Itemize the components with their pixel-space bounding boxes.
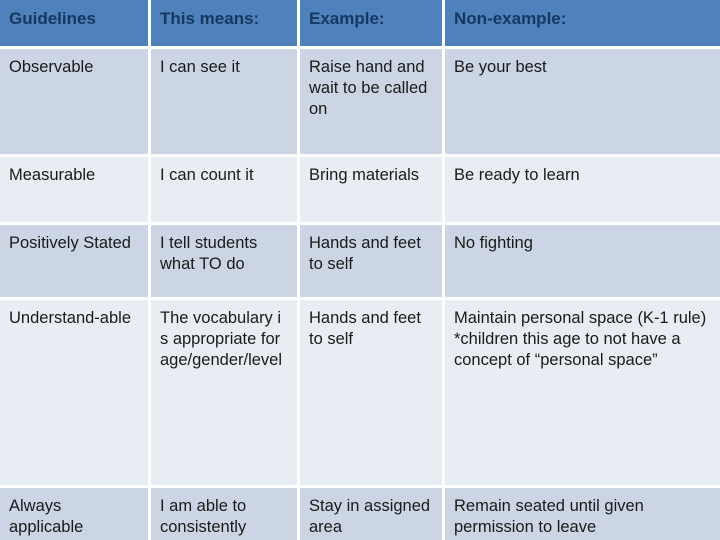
cell-non-example: No fighting xyxy=(445,225,720,297)
guidelines-table-container: Guidelines This means: Example: Non-exam… xyxy=(0,0,720,540)
cell-this-means: I can see it xyxy=(151,49,297,154)
cell-example: Raise hand and wait to be called on xyxy=(300,49,442,154)
cell-guideline: Observable xyxy=(0,49,148,154)
table-row: Positively Stated I tell students what T… xyxy=(0,225,720,297)
table-row: Understand-able The vocabulary is approp… xyxy=(0,300,720,485)
cell-example: Hands and feet to self xyxy=(300,225,442,297)
cell-guideline: Positively Stated xyxy=(0,225,148,297)
cell-guideline: Always applicable xyxy=(0,488,148,540)
cell-example: Hands and feet to self xyxy=(300,300,442,485)
cell-this-means: I am able to consistently enforce xyxy=(151,488,297,540)
table-header: Guidelines This means: Example: Non-exam… xyxy=(0,0,720,46)
cell-this-means: The vocabulary is appropriate for age/ge… xyxy=(151,300,297,485)
column-header-example: Example: xyxy=(300,0,442,46)
table-row: Always applicable I am able to consisten… xyxy=(0,488,720,540)
cell-non-example: Be ready to learn xyxy=(445,157,720,222)
cell-non-example: Be your best xyxy=(445,49,720,154)
table-row: Observable I can see it Raise hand and w… xyxy=(0,49,720,154)
column-header-guidelines: Guidelines xyxy=(0,0,148,46)
cell-non-example: Maintain personal space (K-1 rule) *chil… xyxy=(445,300,720,485)
cell-guideline: Measurable xyxy=(0,157,148,222)
column-header-this-means: This means: xyxy=(151,0,297,46)
guidelines-table: Guidelines This means: Example: Non-exam… xyxy=(0,0,720,540)
cell-this-means: I can count it xyxy=(151,157,297,222)
cell-example: Stay in assigned area xyxy=(300,488,442,540)
cell-guideline: Understand-able xyxy=(0,300,148,485)
table-row: Measurable I can count it Bring material… xyxy=(0,157,720,222)
table-header-row: Guidelines This means: Example: Non-exam… xyxy=(0,0,720,46)
column-header-non-example: Non-example: xyxy=(445,0,720,46)
cell-non-example: Remain seated until given permission to … xyxy=(445,488,720,540)
table-body: Observable I can see it Raise hand and w… xyxy=(0,49,720,540)
cell-example: Bring materials xyxy=(300,157,442,222)
cell-this-means: I tell students what TO do xyxy=(151,225,297,297)
